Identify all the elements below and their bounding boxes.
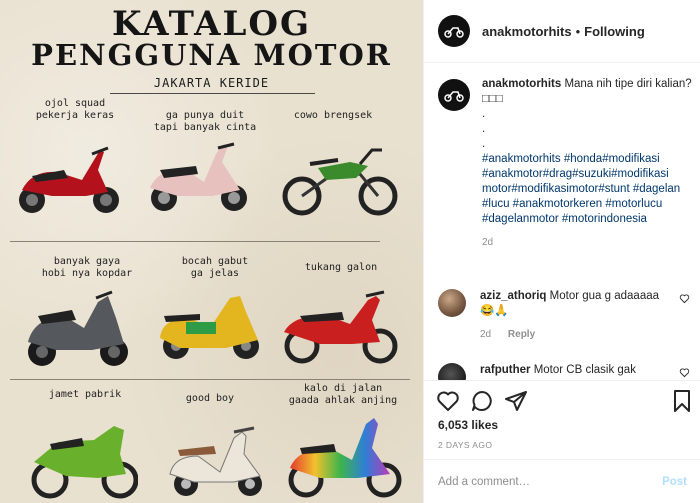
header-username[interactable]: anakmotorhits xyxy=(482,24,572,39)
post-sidebar: anakmotorhits • Following anakmotorhits … xyxy=(423,0,700,503)
profile-avatar[interactable] xyxy=(438,15,470,47)
green-sport-bike-illustration xyxy=(31,426,138,499)
comments-section[interactable]: anakmotorhits Mana nih tipe diri kalian?… xyxy=(424,63,700,380)
comment-username[interactable]: aziz_athoriq xyxy=(480,290,546,302)
comment-like-heart-icon[interactable] xyxy=(679,293,690,304)
cell-label-7: jamet pabrik xyxy=(48,389,122,400)
comment-timestamp[interactable]: 2d xyxy=(480,329,491,340)
caption-dot: . xyxy=(482,108,486,120)
caption-username[interactable]: anakmotorhits xyxy=(482,78,561,90)
cell-label-1: ojol squad pekerja keras xyxy=(35,98,115,121)
comment-input[interactable] xyxy=(438,475,648,488)
cell-label-3: cowo brengsek xyxy=(293,110,373,121)
caption-hashtags[interactable]: #anakmotorhits #honda#modifikasi #anakmo… xyxy=(482,153,680,225)
post-caption: anakmotorhits Mana nih tipe diri kalian?… xyxy=(438,77,693,250)
pink-scooter-illustration xyxy=(150,142,247,211)
grey-maxi-scooter-illustration xyxy=(28,290,128,366)
post-image[interactable]: KATALOG PENGGUNA MOTOR JAKARTA KERIDE oj… xyxy=(0,0,423,503)
caption-avatar[interactable] xyxy=(438,79,470,111)
reply-button[interactable]: Reply xyxy=(508,329,535,340)
subtitle-underline xyxy=(110,93,315,94)
comment-text: Motor CB clasik gak xyxy=(533,364,636,376)
rainbow-custom-bike-illustration xyxy=(288,418,402,498)
commenter-avatar[interactable] xyxy=(438,363,466,380)
catalog-subtitle: JAKARTA KERIDE xyxy=(153,76,270,90)
add-comment-bar: Post xyxy=(424,459,700,503)
comment-like-heart-icon[interactable] xyxy=(679,367,690,378)
comment-icon[interactable] xyxy=(470,389,494,413)
post-comment-button[interactable]: Post xyxy=(662,476,687,488)
caption-dot: . xyxy=(482,123,486,135)
white-vespa-illustration xyxy=(169,426,262,496)
header-separator: • xyxy=(575,23,581,39)
cell-label-8: good boy xyxy=(185,393,235,404)
share-icon[interactable] xyxy=(504,389,528,413)
catalog-title-line2: PENGGUNA MOTOR xyxy=(31,38,392,72)
comment-item: aziz_athoriq Motor gua g adaaaaa😂🙏 2d Re… xyxy=(438,289,698,342)
bookmark-icon[interactable] xyxy=(670,389,694,413)
yellow-electric-scooter-illustration xyxy=(160,296,259,359)
green-dirt-bike-illustration xyxy=(282,148,398,216)
likes-count[interactable]: 6,053 likes xyxy=(438,418,498,432)
motorbike-logo-icon xyxy=(444,27,464,38)
comment-username[interactable]: rafputher xyxy=(480,364,530,376)
cell-label-6: tukang galon xyxy=(304,262,378,273)
heart-icon[interactable] xyxy=(436,389,460,413)
caption-timestamp[interactable]: 2d xyxy=(482,235,692,250)
cell-label-2: ga punya duit tapi banyak cinta xyxy=(153,110,257,133)
post-date[interactable]: 2 DAYS AGO xyxy=(438,440,492,450)
row-divider xyxy=(10,241,380,242)
red-underbone-illustration xyxy=(284,290,398,364)
commenter-avatar[interactable] xyxy=(438,289,466,317)
row-divider xyxy=(10,379,410,380)
cell-label-9: kalo di jalan gaada ahlak anjing xyxy=(288,383,398,406)
following-button[interactable]: Following xyxy=(584,24,645,39)
red-scooter-illustration xyxy=(19,146,119,213)
cell-label-4: banyak gaya hobi nya kopdar xyxy=(41,256,133,279)
post-header: anakmotorhits • Following xyxy=(424,0,700,63)
comment-item: rafputher Motor CB clasik gak xyxy=(438,363,698,380)
caption-dot: . xyxy=(482,138,486,150)
cell-label-5: bocah gabut ga jelas xyxy=(181,256,249,279)
motorbike-logo-icon xyxy=(444,91,464,102)
